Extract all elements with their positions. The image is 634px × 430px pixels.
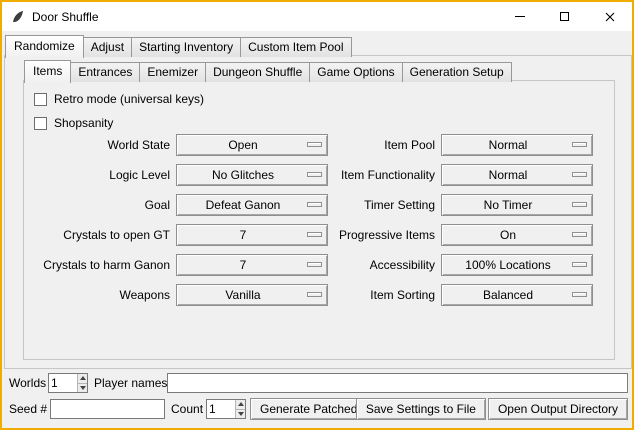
item-sorting-label: Item Sorting bbox=[289, 288, 441, 302]
spin-up-button[interactable] bbox=[78, 374, 87, 383]
retro-mode-checkbox[interactable]: Retro mode (universal keys) bbox=[34, 90, 204, 108]
open-output-directory-button[interactable]: Open Output Directory bbox=[488, 398, 628, 420]
goal-label: Goal bbox=[24, 198, 176, 212]
window: Door Shuffle Randomize Adjust Starting I… bbox=[0, 0, 634, 430]
timer-setting-dropdown[interactable]: No Timer bbox=[441, 194, 593, 216]
main-tabbar: Randomize Adjust Starting Inventory Cust… bbox=[5, 35, 351, 57]
world-state-label: World State bbox=[24, 138, 176, 152]
randomize-pane: Items Entrances Enemizer Dungeon Shuffle… bbox=[4, 55, 632, 369]
spin-up-icon bbox=[238, 402, 244, 406]
seed-label: Seed # bbox=[9, 399, 47, 419]
progressive-items-dropdown[interactable]: On bbox=[441, 224, 593, 246]
worlds-spinner[interactable] bbox=[48, 373, 88, 393]
minimize-icon bbox=[515, 16, 525, 17]
item-functionality-dropdown[interactable]: Normal bbox=[441, 164, 593, 186]
spin-down-icon bbox=[238, 412, 244, 416]
item-functionality-row: Item Functionality Normal bbox=[289, 164, 593, 186]
item-sorting-row: Item Sorting Balanced bbox=[289, 284, 593, 306]
crystals-harm-ganon-row: Crystals to harm Ganon 7 bbox=[24, 254, 328, 276]
app-icon bbox=[10, 9, 26, 25]
crystals-open-gt-row: Crystals to open GT 7 bbox=[24, 224, 328, 246]
count-label: Count bbox=[171, 399, 203, 419]
world-state-row: World State Open bbox=[24, 134, 328, 156]
spin-down-button[interactable] bbox=[78, 383, 87, 393]
crystals-harm-ganon-label: Crystals to harm Ganon bbox=[24, 258, 176, 272]
dropdown-indicator-icon bbox=[572, 202, 587, 207]
tab-randomize[interactable]: Randomize bbox=[5, 35, 84, 58]
dropdown-indicator-icon bbox=[572, 232, 587, 237]
tab-adjust[interactable]: Adjust bbox=[83, 37, 132, 57]
maximize-button[interactable] bbox=[542, 2, 587, 31]
tab-dungeon-shuffle[interactable]: Dungeon Shuffle bbox=[205, 62, 310, 82]
titlebar: Door Shuffle bbox=[2, 2, 632, 31]
accessibility-row: Accessibility 100% Locations bbox=[289, 254, 593, 276]
item-pool-dropdown[interactable]: Normal bbox=[441, 134, 593, 156]
dropdown-indicator-icon bbox=[572, 292, 587, 297]
checkbox-icon bbox=[34, 93, 47, 106]
logic-level-label: Logic Level bbox=[24, 168, 176, 182]
maximize-icon bbox=[560, 12, 569, 21]
item-functionality-label: Item Functionality bbox=[289, 168, 441, 182]
bottom-right-buttons: Save Settings to File Open Output Direct… bbox=[356, 398, 628, 420]
spin-up-button[interactable] bbox=[236, 400, 245, 409]
worlds-label: Worlds bbox=[9, 373, 46, 393]
shopsanity-label: Shopsanity bbox=[54, 116, 113, 130]
item-pool-label: Item Pool bbox=[289, 138, 441, 152]
timer-setting-label: Timer Setting bbox=[289, 198, 441, 212]
logic-level-row: Logic Level No Glitches bbox=[24, 164, 328, 186]
tab-custom-item-pool[interactable]: Custom Item Pool bbox=[240, 37, 351, 57]
weapons-row: Weapons Vanilla bbox=[24, 284, 328, 306]
close-button[interactable] bbox=[587, 2, 632, 31]
worlds-input[interactable] bbox=[49, 374, 77, 392]
accessibility-dropdown[interactable]: 100% Locations bbox=[441, 254, 593, 276]
items-pane: Retro mode (universal keys) Shopsanity W… bbox=[23, 80, 615, 360]
spin-up-icon bbox=[80, 376, 86, 380]
seed-input[interactable] bbox=[50, 399, 165, 419]
window-controls bbox=[497, 2, 632, 31]
close-icon bbox=[605, 12, 615, 22]
weapons-label: Weapons bbox=[24, 288, 176, 302]
tab-starting-inventory[interactable]: Starting Inventory bbox=[131, 37, 241, 57]
spin-down-icon bbox=[80, 386, 86, 390]
tab-entrances[interactable]: Entrances bbox=[70, 62, 140, 82]
progressive-items-row: Progressive Items On bbox=[289, 224, 593, 246]
minimize-button[interactable] bbox=[497, 2, 542, 31]
dropdown-indicator-icon bbox=[572, 262, 587, 267]
dropdown-indicator-icon bbox=[572, 172, 587, 177]
retro-mode-label: Retro mode (universal keys) bbox=[54, 92, 204, 106]
save-settings-button[interactable]: Save Settings to File bbox=[356, 398, 486, 420]
sub-tabbar: Items Entrances Enemizer Dungeon Shuffle… bbox=[24, 60, 511, 82]
progressive-items-label: Progressive Items bbox=[289, 228, 441, 242]
item-sorting-dropdown[interactable]: Balanced bbox=[441, 284, 593, 306]
item-pool-row: Item Pool Normal bbox=[289, 134, 593, 156]
dropdown-indicator-icon bbox=[572, 142, 587, 147]
tab-generation-setup[interactable]: Generation Setup bbox=[402, 62, 512, 82]
checkbox-icon bbox=[34, 117, 47, 130]
goal-row: Goal Defeat Ganon bbox=[24, 194, 328, 216]
crystals-open-gt-label: Crystals to open GT bbox=[24, 228, 176, 242]
timer-setting-row: Timer Setting No Timer bbox=[289, 194, 593, 216]
count-spinner[interactable] bbox=[206, 399, 246, 419]
tab-game-options[interactable]: Game Options bbox=[309, 62, 402, 82]
window-title: Door Shuffle bbox=[32, 10, 497, 24]
tab-enemizer[interactable]: Enemizer bbox=[139, 62, 206, 82]
player-names-label: Player names bbox=[94, 373, 167, 393]
accessibility-label: Accessibility bbox=[289, 258, 441, 272]
tab-items[interactable]: Items bbox=[24, 60, 71, 83]
spin-down-button[interactable] bbox=[236, 409, 245, 419]
shopsanity-checkbox[interactable]: Shopsanity bbox=[34, 114, 113, 132]
player-names-input[interactable] bbox=[167, 373, 628, 393]
count-input[interactable] bbox=[207, 400, 235, 418]
